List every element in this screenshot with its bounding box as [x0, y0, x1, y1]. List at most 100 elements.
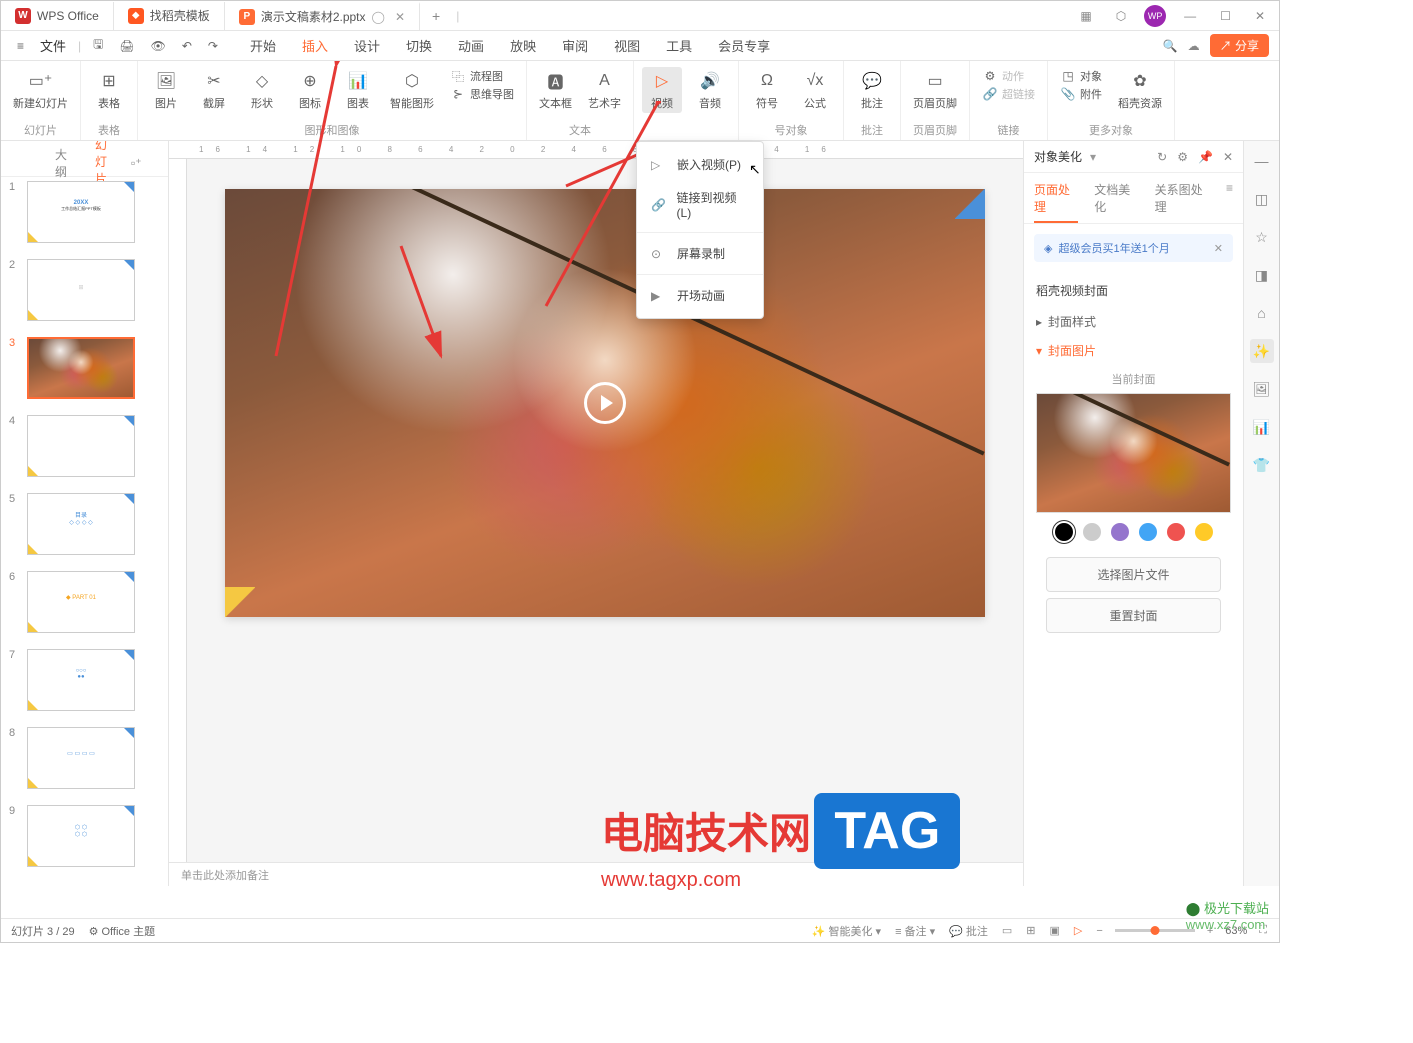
zoom-in-icon[interactable]: +: [1205, 925, 1215, 937]
screenshot-button[interactable]: ✂截屏: [194, 67, 234, 113]
tab-template[interactable]: ⬥ 找稻壳模板: [114, 2, 225, 30]
color-swatch-yellow[interactable]: [1195, 523, 1213, 541]
hyperlink-button[interactable]: 🔗超链接: [978, 85, 1039, 103]
menu-tab-tools[interactable]: 工具: [664, 32, 694, 59]
print-icon[interactable]: 🖨: [113, 37, 140, 55]
outline-add-icon[interactable]: ▫⁺: [131, 156, 142, 170]
st-layers-icon[interactable]: ◫: [1250, 187, 1274, 211]
st-image-icon[interactable]: 🖼: [1250, 377, 1274, 401]
rp-tab-page[interactable]: 页面处理: [1034, 181, 1078, 223]
rp-tab-relation[interactable]: 关系图处理: [1155, 181, 1210, 223]
st-browse-icon[interactable]: ◨: [1250, 263, 1274, 287]
action-button[interactable]: ⚙动作: [978, 67, 1039, 85]
grid-icon[interactable]: ▦: [1074, 7, 1097, 25]
file-menu[interactable]: 文件: [34, 36, 72, 55]
textbox-button[interactable]: 🅰文本框: [535, 67, 576, 113]
menu-tab-member[interactable]: 会员专享: [716, 32, 772, 59]
slide-thumb-4[interactable]: 4: [1, 411, 168, 489]
mindmap-button[interactable]: ⊱思维导图: [446, 85, 518, 103]
color-swatch-purple[interactable]: [1111, 523, 1129, 541]
zoom-level[interactable]: 63%: [1225, 925, 1247, 937]
slide-thumb-9[interactable]: 9⬡ ⬡⬡ ⬡: [1, 801, 168, 879]
chart-button[interactable]: 📊图表: [338, 67, 378, 113]
resource-button[interactable]: ✿稻壳资源: [1114, 67, 1166, 113]
st-clothes-icon[interactable]: 👕: [1250, 453, 1274, 477]
outline-tab[interactable]: 大纲: [51, 142, 71, 184]
headerfooter-button[interactable]: ▭页眉页脚: [909, 67, 961, 113]
comments-toggle[interactable]: 💬 批注: [947, 923, 990, 939]
slide-thumb-1[interactable]: 120XX工作总结汇报PPT模板: [1, 177, 168, 255]
wordart-button[interactable]: A艺术字: [584, 67, 625, 113]
slide-thumb-5[interactable]: 5目录◇ ◇ ◇ ◇: [1, 489, 168, 567]
view-normal-icon[interactable]: ▭: [1000, 924, 1014, 937]
cover-image-toggle[interactable]: ▾封面图片: [1036, 336, 1231, 365]
smartart-button[interactable]: ⬡智能图形: [386, 67, 438, 113]
redo-icon[interactable]: ↷: [202, 37, 224, 55]
save-icon[interactable]: 🖫: [87, 33, 109, 58]
slide-thumb-6[interactable]: 6◆ PART 01: [1, 567, 168, 645]
smart-beautify[interactable]: ✨ 智能美化 ▾: [810, 923, 883, 939]
menu-tab-review[interactable]: 审阅: [560, 32, 590, 59]
st-magic-icon[interactable]: ✨: [1250, 339, 1274, 363]
rp-tab-doc[interactable]: 文档美化: [1094, 181, 1138, 223]
new-slide-button[interactable]: ▭⁺新建幻灯片: [9, 67, 72, 113]
notes-toggle[interactable]: ≡ 备注 ▾: [893, 923, 937, 939]
fit-icon[interactable]: ⛶: [1257, 924, 1269, 937]
cover-style-toggle[interactable]: ▸封面样式: [1036, 307, 1231, 336]
slide-panel[interactable]: 大纲 幻灯片 ▫⁺ 120XX工作总结汇报PPT模板 2⊞ 3 4 5目录◇ ◇…: [1, 141, 169, 886]
menu-tab-slideshow[interactable]: 放映: [508, 32, 538, 59]
st-minus-icon[interactable]: —: [1250, 149, 1274, 173]
close-promo-icon[interactable]: ✕: [1214, 242, 1223, 255]
link-video-item[interactable]: 🔗链接到视频(L): [637, 181, 763, 228]
undo-icon[interactable]: ↶: [176, 37, 198, 55]
settings-icon[interactable]: ⚙: [1177, 150, 1188, 164]
search-icon[interactable]: 🔍: [1163, 39, 1178, 53]
close-panel-icon[interactable]: ✕: [1223, 150, 1233, 164]
attachment-button[interactable]: 📎附件: [1056, 85, 1106, 103]
audio-button[interactable]: 🔊音频: [690, 67, 730, 113]
zoom-slider[interactable]: [1115, 929, 1195, 932]
view-sorter-icon[interactable]: ⊞: [1024, 924, 1037, 937]
embed-video-item[interactable]: ▷嵌入视频(P): [637, 148, 763, 181]
close-window-icon[interactable]: ✕: [1249, 7, 1271, 25]
maximize-icon[interactable]: ☐: [1214, 7, 1237, 25]
tab-document[interactable]: P 演示文稿素材2.pptx ◯ ✕: [225, 2, 420, 30]
menu-icon[interactable]: ≡: [1226, 181, 1233, 223]
pin-icon[interactable]: 📌: [1198, 150, 1213, 164]
play-button[interactable]: [584, 382, 626, 424]
share-button[interactable]: ↗ 分享: [1210, 34, 1269, 57]
color-swatch-black[interactable]: [1055, 523, 1073, 541]
screen-record-item[interactable]: ⊙屏幕录制: [637, 237, 763, 270]
menu-icon[interactable]: ≡: [11, 37, 30, 55]
reset-cover-button[interactable]: 重置封面: [1046, 598, 1222, 633]
table-button[interactable]: ⊞表格: [89, 67, 129, 113]
refresh-icon[interactable]: ↻: [1157, 150, 1167, 164]
select-image-button[interactable]: 选择图片文件: [1046, 557, 1222, 592]
close-icon[interactable]: ✕: [395, 10, 405, 24]
st-star-icon[interactable]: ☆: [1250, 225, 1274, 249]
notes-input[interactable]: 单击此处添加备注: [169, 862, 1023, 886]
add-slide-button[interactable]: +: [1, 879, 168, 886]
icon-button[interactable]: ⊕图标: [290, 67, 330, 113]
cloud-icon[interactable]: ☁: [1188, 39, 1200, 53]
menu-tab-transition[interactable]: 切换: [404, 32, 434, 59]
promo-banner[interactable]: ◈ 超级会员买1年送1个月 ✕: [1034, 234, 1233, 262]
slide-thumb-3[interactable]: 3: [1, 333, 168, 411]
shape-button[interactable]: ◇形状: [242, 67, 282, 113]
slide-thumb-7[interactable]: 7○○○●●: [1, 645, 168, 723]
chevron-down-icon[interactable]: ▾: [1090, 150, 1096, 164]
minimize-icon[interactable]: —: [1178, 7, 1202, 25]
st-home-icon[interactable]: ⌂: [1250, 301, 1274, 325]
menu-tab-animation[interactable]: 动画: [456, 32, 486, 59]
object-button[interactable]: ◳对象: [1056, 67, 1106, 85]
menu-tab-insert[interactable]: 插入: [300, 32, 330, 59]
slide-thumb-2[interactable]: 2⊞: [1, 255, 168, 333]
slide-thumb-8[interactable]: 8▭ ▭ ▭ ▭: [1, 723, 168, 801]
video-button[interactable]: ▷视频: [642, 67, 682, 113]
menu-tab-start[interactable]: 开始: [248, 32, 278, 59]
color-swatch-blue[interactable]: [1139, 523, 1157, 541]
zoom-out-icon[interactable]: −: [1094, 925, 1104, 937]
equation-button[interactable]: √x公式: [795, 67, 835, 113]
slide-canvas[interactable]: [225, 189, 985, 617]
add-tab-button[interactable]: +: [420, 8, 452, 24]
